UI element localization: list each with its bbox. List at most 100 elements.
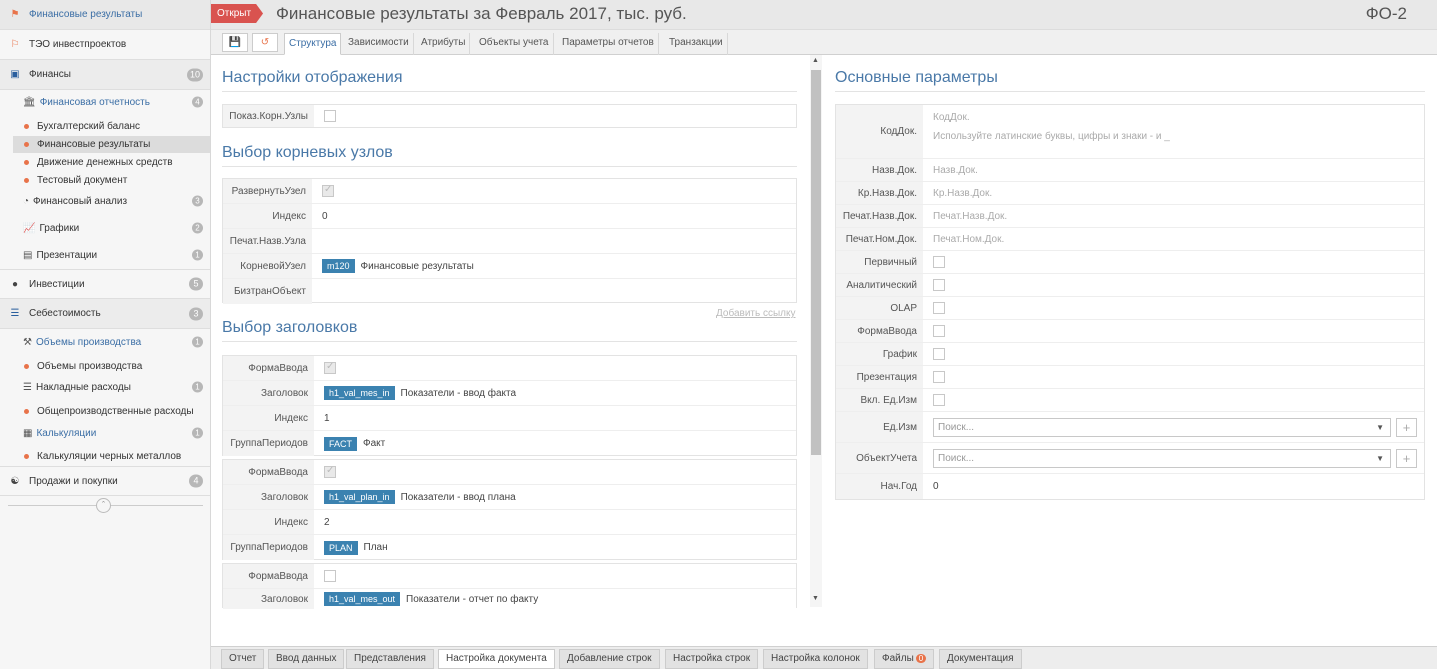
form-row: ФормаВвода (223, 356, 796, 381)
input-form-checkbox[interactable] (933, 325, 945, 337)
form-checkbox[interactable] (324, 361, 336, 374)
show-root-checkbox[interactable] (324, 105, 336, 127)
name-input[interactable]: Назв.Док. (933, 159, 978, 181)
form-row: ГруппаПериодов PLAN План (223, 535, 796, 560)
form-row: Заголовок h1_val_mes_out Показатели - отче… (223, 589, 796, 609)
checkbox[interactable] (324, 110, 336, 122)
sidebar-item-prod-vol[interactable]: ⚒ Объемы производства 1 (13, 333, 210, 351)
short-name-input[interactable]: Кр.Назв.Док. (933, 182, 992, 204)
form-row: Печат.Ном.Док. Печат.Ном.Док. (836, 228, 1424, 251)
index-value[interactable]: 1 (324, 406, 330, 430)
scrollbar[interactable]: ▲ ▼ (810, 55, 822, 607)
tab-structure[interactable]: Структура (284, 33, 342, 55)
olap-checkbox[interactable] (933, 302, 945, 314)
start-year-value[interactable]: 0 (933, 474, 939, 499)
sidebar-item-fin-reports[interactable]: 🏛 Финансовая отчетность 4 (13, 93, 210, 111)
print-name-input[interactable]: Печат.Назв.Док. (933, 205, 1007, 227)
field-label: График (836, 343, 923, 365)
sidebar-leaf-test[interactable]: Тестовый документ (13, 172, 210, 189)
print-number-input[interactable]: Печат.Ном.Док. (933, 228, 1004, 250)
form-row: Индекс 2 (223, 510, 796, 535)
tab-attributes[interactable]: Атрибуты (417, 33, 471, 55)
root-node-tag[interactable]: m120 (322, 259, 355, 273)
sidebar-item-label: Общепроизводственные расходы (37, 406, 194, 417)
tab-report-params[interactable]: Параметры отчетов (558, 33, 659, 55)
tab-document-settings[interactable]: Настройка документа (438, 649, 555, 669)
field-label: Вкл. Ед.Изм (836, 389, 923, 411)
expand-checkbox[interactable] (322, 184, 334, 197)
bullet-icon (24, 364, 29, 369)
tab-transactions[interactable]: Транзакции (665, 33, 728, 55)
header-tag[interactable]: h1_val_mes_out (324, 592, 401, 606)
refresh-button[interactable]: ↺ (252, 33, 278, 52)
form-row: Печат.Назв.Док. Печат.Назв.Док. (836, 205, 1424, 228)
tab-dependencies[interactable]: Зависимости (344, 33, 414, 55)
header-text: Показатели - ввод факта (400, 387, 517, 399)
status-badge[interactable]: Открыт (211, 4, 263, 23)
sidebar-item-presentations[interactable]: ▤ Презентации 1 (13, 246, 210, 264)
tab-add-rows[interactable]: Добавление строк (559, 649, 660, 669)
scroll-down-icon[interactable]: ▼ (812, 595, 819, 602)
index-value[interactable]: 0 (322, 204, 328, 228)
tab-data-entry[interactable]: Ввод данных (268, 649, 345, 669)
add-object-button[interactable]: + (1396, 449, 1417, 468)
form-row: Показ.Корн.Узлы (223, 105, 796, 127)
sidebar-leaf-calc[interactable]: Калькуляции черных металлов (13, 448, 210, 465)
field-label: Показ.Корн.Узлы (223, 105, 314, 127)
title-bar: Открыт Финансовые результаты за Февраль … (211, 0, 1437, 30)
sidebar-item-cost[interactable]: ☰ Себестоимость 3 (0, 299, 210, 329)
tab-column-settings[interactable]: Настройка колонок (763, 649, 868, 669)
sidebar-item-label: Движение денежных средств (37, 157, 173, 168)
tab-documentation[interactable]: Документация (939, 649, 1022, 669)
form-row: Вкл. Ед.Изм (836, 389, 1424, 412)
params-group: КодДок. КодДок. Используйте латинские бу… (835, 104, 1425, 500)
code-hint: Используйте латинские буквы, цифры и зна… (933, 131, 1170, 142)
sidebar-item-sales[interactable]: ☯ Продажи и покупки 4 (0, 466, 210, 496)
sidebar-leaf-overhead[interactable]: Общепроизводственные расходы (13, 403, 210, 420)
sidebar-item-overhead[interactable]: ☰ Накладные расходы 1 (13, 378, 210, 396)
index-value[interactable]: 2 (324, 510, 330, 534)
list-icon: ☰ (23, 381, 32, 393)
save-button[interactable]: 💾 (222, 33, 248, 52)
analytic-checkbox[interactable] (933, 279, 945, 291)
presentation-checkbox[interactable] (933, 371, 945, 383)
sidebar-item-label: Тестовый документ (37, 175, 128, 186)
primary-checkbox[interactable] (933, 256, 945, 268)
collapse-up-icon[interactable]: ˆ (96, 498, 111, 513)
tab-report[interactable]: Отчет (221, 649, 265, 669)
sidebar-leaf-prod-vol[interactable]: Объемы производства (13, 358, 210, 375)
tab-objects[interactable]: Объекты учета (475, 33, 554, 55)
form-checkbox[interactable] (324, 465, 336, 478)
header-text: Показатели - ввод плана (400, 491, 516, 503)
sidebar-item-fin-analysis[interactable]: ◔ Финансовый анализ 3 (13, 192, 210, 210)
header-tag[interactable]: h1_val_plan_in (324, 490, 395, 504)
sidebar-item-teo[interactable]: ⚐ ТЭО инвестпроектов (0, 30, 210, 60)
add-link[interactable]: Добавить ссылку (716, 308, 795, 319)
sidebar-leaf-balance[interactable]: Бухгалтерский баланс (13, 118, 210, 135)
period-tag[interactable]: PLAN (324, 540, 358, 555)
sidebar-item-finres-top[interactable]: ⚑ Финансовые результаты (0, 0, 210, 30)
header-tag[interactable]: h1_val_mes_in (324, 386, 395, 400)
chart-checkbox[interactable] (933, 348, 945, 360)
scroll-thumb[interactable] (811, 70, 821, 455)
scroll-up-icon[interactable]: ▲ (812, 57, 819, 64)
field-label: Первичный (836, 251, 923, 273)
form-checkbox[interactable] (324, 570, 336, 582)
sidebar-leaf-cash[interactable]: Движение денежных средств (13, 154, 210, 171)
count-badge: 10 (186, 68, 203, 81)
sidebar-item-charts[interactable]: 📈 Графики 2 (13, 219, 210, 237)
add-units-button[interactable]: + (1396, 418, 1417, 437)
sidebar-item-invest[interactable]: ● Инвестиции 5 (0, 269, 210, 299)
form-row: КорневойУзел m120 Финансовые результаты (223, 254, 796, 279)
sidebar-item-calc[interactable]: ▦ Калькуляции 1 (13, 424, 210, 442)
sidebar-leaf-finres[interactable]: Финансовые результаты (13, 136, 210, 153)
sidebar-item-finance[interactable]: ▣ Финансы 10 (0, 60, 210, 90)
tab-views[interactable]: Представления (346, 649, 434, 669)
object-select[interactable]: Поиск... ▼ (933, 449, 1391, 468)
units-select[interactable]: Поиск... ▼ (933, 418, 1391, 437)
tab-files[interactable]: Файлы 0 (874, 649, 935, 669)
period-tag[interactable]: FACT (324, 436, 358, 451)
tab-row-settings[interactable]: Настройка строк (665, 649, 759, 669)
code-input[interactable]: КодДок. (933, 112, 970, 123)
units-on-checkbox[interactable] (933, 394, 945, 406)
